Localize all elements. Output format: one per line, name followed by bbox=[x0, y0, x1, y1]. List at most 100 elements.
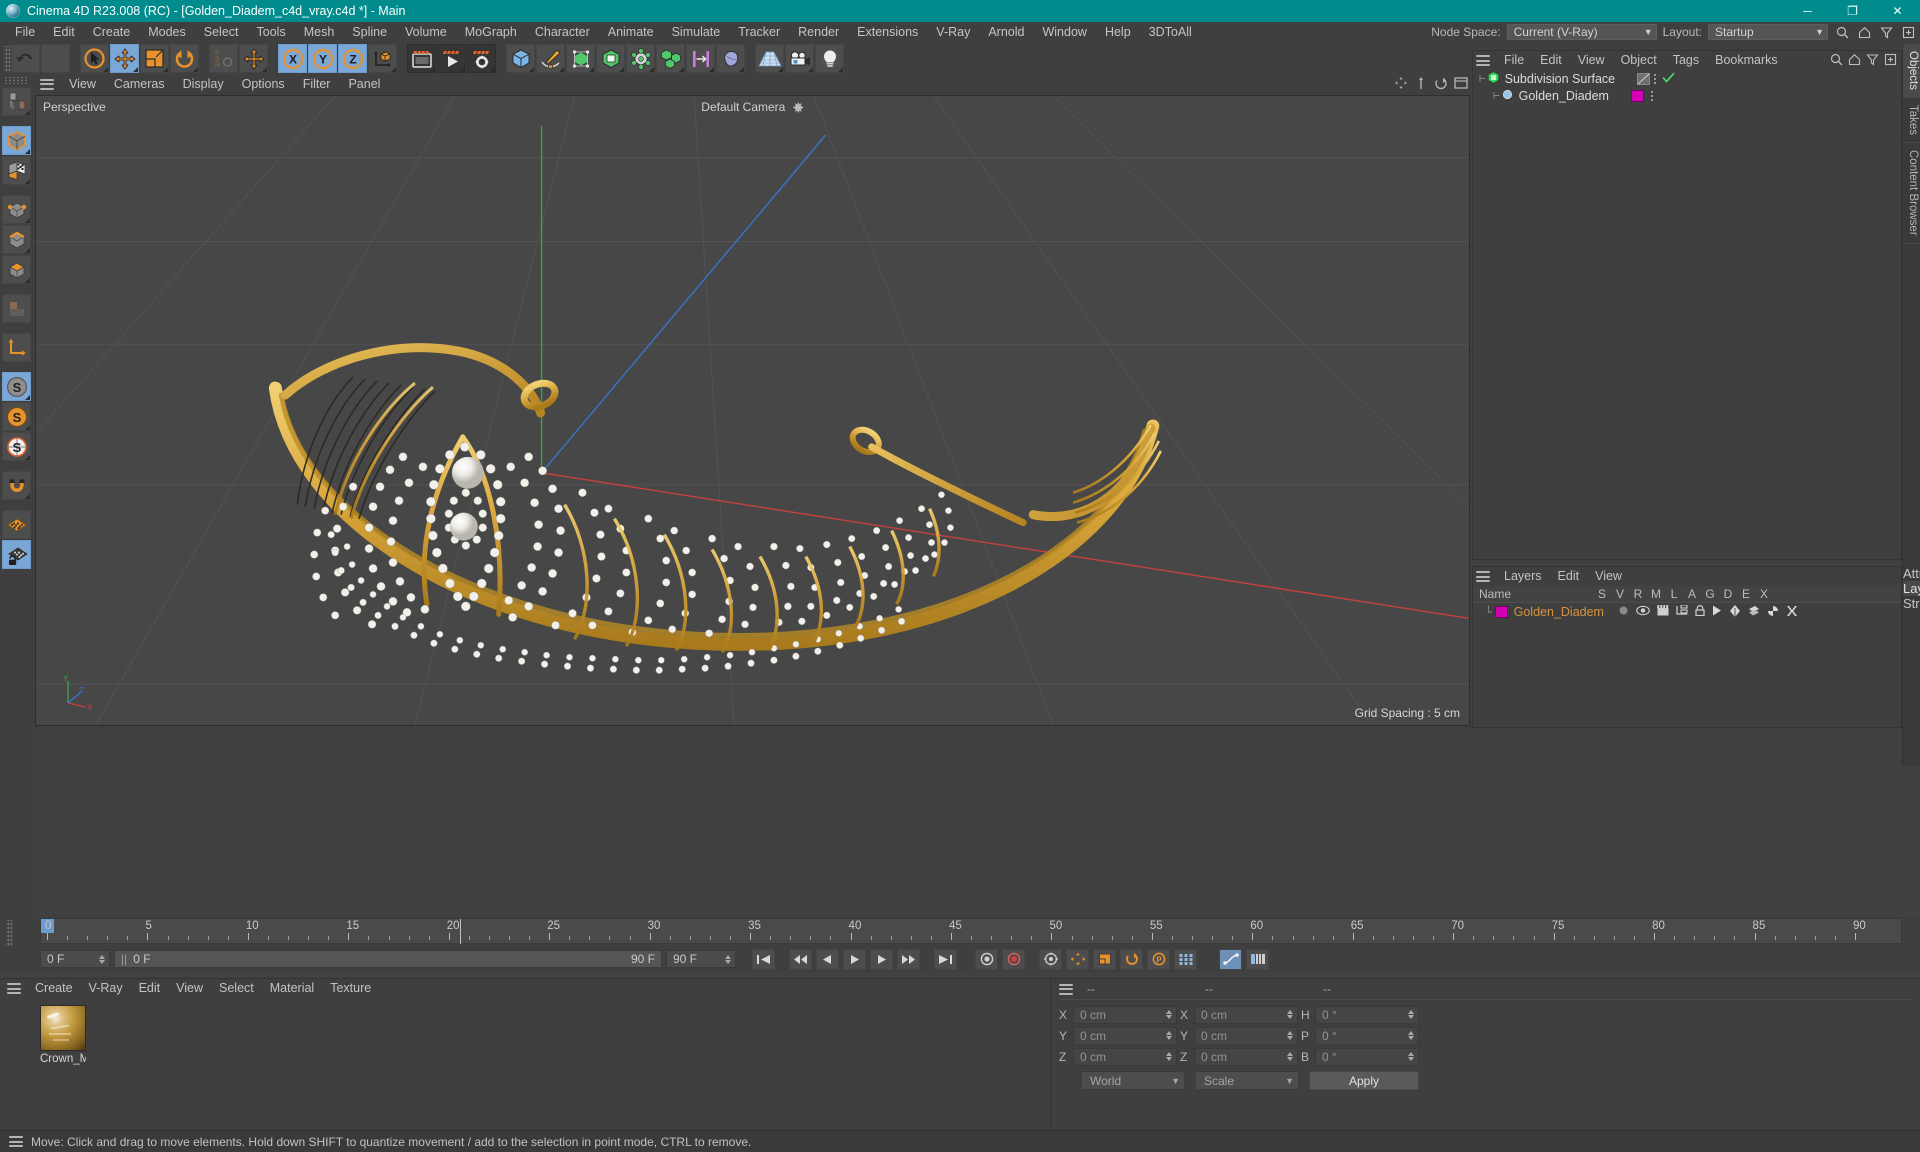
rotation-b-field[interactable]: 0 ° bbox=[1315, 1047, 1419, 1066]
live-selection-tool[interactable] bbox=[80, 44, 109, 73]
world-object-coordinate-button[interactable] bbox=[368, 44, 397, 73]
record-active-objects-button[interactable] bbox=[975, 948, 998, 970]
layers-col-l[interactable]: L bbox=[1665, 587, 1683, 601]
node-space-select[interactable]: Current (V-Ray) ▼ bbox=[1506, 24, 1657, 40]
param-key-button[interactable]: P bbox=[1147, 948, 1170, 970]
position-z-field[interactable]: 0 cm bbox=[1073, 1047, 1177, 1066]
layers-menu-layers[interactable]: Layers bbox=[1496, 567, 1550, 586]
manager-toggle-icon[interactable] bbox=[1676, 604, 1688, 619]
polygon-mode-button[interactable] bbox=[2, 255, 31, 284]
search-icon[interactable] bbox=[1834, 24, 1850, 40]
layers-col-g[interactable]: G bbox=[1701, 587, 1719, 601]
menu-item-tracker[interactable]: Tracker bbox=[729, 22, 789, 42]
left-toolbar-grip[interactable] bbox=[3, 77, 29, 84]
lock-y-axis-button[interactable]: Y bbox=[308, 44, 337, 73]
go-to-previous-key-button[interactable] bbox=[789, 948, 812, 970]
layer-color-swatch[interactable] bbox=[1630, 89, 1644, 102]
render-settings-button[interactable] bbox=[467, 44, 496, 73]
rotation-p-field[interactable]: 0 ° bbox=[1315, 1026, 1419, 1045]
stepper-icon[interactable] bbox=[1406, 1031, 1416, 1040]
stepper-icon[interactable] bbox=[97, 954, 107, 964]
add-mograph-button[interactable] bbox=[656, 44, 685, 73]
add-light-button[interactable] bbox=[815, 44, 844, 73]
menu-item-create[interactable]: Create bbox=[84, 22, 140, 42]
home-icon[interactable] bbox=[1856, 24, 1872, 40]
material-menu-material[interactable]: Material bbox=[262, 979, 322, 998]
add-subdivision-surface-button[interactable] bbox=[596, 44, 625, 73]
magnet-tool-button[interactable] bbox=[2, 471, 31, 500]
expression-toggle-icon[interactable] bbox=[1767, 605, 1779, 620]
stepper-icon[interactable] bbox=[1164, 1010, 1174, 1019]
axis-modify-button[interactable] bbox=[2, 333, 31, 362]
menu-item-help[interactable]: Help bbox=[1096, 22, 1140, 42]
menu-item-render[interactable]: Render bbox=[789, 22, 848, 42]
pla-key-button[interactable] bbox=[1174, 948, 1197, 970]
end-frame-field[interactable]: 90 F bbox=[666, 950, 736, 968]
dope-sheet-button[interactable] bbox=[1219, 948, 1242, 970]
material-menu-texture[interactable]: Texture bbox=[322, 979, 379, 998]
timeline-settings-button[interactable] bbox=[1246, 948, 1269, 970]
stepper-icon[interactable] bbox=[723, 954, 733, 964]
object-menu-file[interactable]: File bbox=[1496, 51, 1532, 70]
lock-z-axis-button[interactable]: Z bbox=[338, 44, 367, 73]
material-tile[interactable]: Crown_M bbox=[40, 1005, 86, 1065]
viewport-menu-icon[interactable] bbox=[40, 78, 54, 90]
position-y-field[interactable]: 0 cm bbox=[1073, 1026, 1177, 1045]
dock-tab-structure[interactable]: Structure bbox=[1903, 596, 1920, 611]
add-array-button[interactable] bbox=[626, 44, 655, 73]
add-deformer-button[interactable] bbox=[686, 44, 715, 73]
layers-col-a[interactable]: A bbox=[1683, 587, 1701, 601]
keyframe-selection-button[interactable] bbox=[1039, 948, 1062, 970]
current-frame-field[interactable]: 0 F bbox=[40, 950, 110, 968]
texture-mode-button[interactable] bbox=[2, 156, 31, 185]
step-forward-button[interactable] bbox=[870, 948, 893, 970]
menu-item-simulate[interactable]: Simulate bbox=[663, 22, 730, 42]
toolbar-grip[interactable] bbox=[4, 45, 11, 72]
layout-select[interactable]: Startup ▼ bbox=[1708, 24, 1828, 40]
menu-item-select[interactable]: Select bbox=[195, 22, 248, 42]
go-to-next-key-button[interactable] bbox=[897, 948, 920, 970]
lock-workplane-button[interactable] bbox=[2, 540, 31, 569]
add-icon[interactable] bbox=[1900, 24, 1916, 40]
visible-toggle-icon[interactable] bbox=[1636, 605, 1650, 619]
go-to-start-button[interactable] bbox=[752, 948, 775, 970]
viewport-menu-filter[interactable]: Filter bbox=[294, 75, 340, 93]
viewport-menu-cameras[interactable]: Cameras bbox=[105, 75, 174, 93]
search-icon[interactable] bbox=[1830, 53, 1843, 69]
zoom-view-icon[interactable] bbox=[1414, 76, 1428, 93]
timeline-grip[interactable] bbox=[6, 920, 13, 946]
scale-tool[interactable] bbox=[140, 44, 169, 73]
tree-expand-toggle[interactable]: ⊢ bbox=[1493, 89, 1500, 102]
add-floor-button[interactable] bbox=[755, 44, 784, 73]
object-menu-bookmarks[interactable]: Bookmarks bbox=[1707, 51, 1786, 70]
stepper-icon[interactable] bbox=[1285, 1052, 1295, 1061]
menu-item-file[interactable]: File bbox=[6, 22, 44, 42]
undo-button[interactable] bbox=[11, 44, 40, 73]
menu-item-tools[interactable]: Tools bbox=[248, 22, 295, 42]
menu-item-edit[interactable]: Edit bbox=[44, 22, 84, 42]
render-to-picture-viewer-button[interactable] bbox=[437, 44, 466, 73]
menu-item-vray[interactable]: V-Ray bbox=[927, 22, 979, 42]
dock-tab-layers[interactable]: Layers bbox=[1903, 581, 1920, 596]
quantize-button[interactable]: S bbox=[2, 432, 31, 461]
coordinate-mode-select[interactable]: Scale ▼ bbox=[1195, 1071, 1299, 1090]
menu-item-spline[interactable]: Spline bbox=[343, 22, 396, 42]
pan-view-icon[interactable] bbox=[1394, 76, 1408, 93]
xpresso-toggle-icon[interactable] bbox=[1786, 605, 1798, 620]
psr-toggle[interactable]: PSR bbox=[209, 44, 238, 73]
point-mode-button[interactable] bbox=[2, 195, 31, 224]
status-menu-icon[interactable] bbox=[9, 1136, 23, 1147]
edge-mode-button[interactable] bbox=[2, 225, 31, 254]
viewport-menu-panel[interactable]: Panel bbox=[339, 75, 389, 93]
dock-tab-objects[interactable]: Objects bbox=[1903, 44, 1920, 98]
close-button[interactable]: ✕ bbox=[1875, 0, 1920, 22]
rotate-tool[interactable] bbox=[170, 44, 199, 73]
stepper-icon[interactable] bbox=[1285, 1010, 1295, 1019]
material-menu-create[interactable]: Create bbox=[27, 979, 81, 998]
layer-row[interactable]: └ Golden_Diadem bbox=[1473, 603, 1901, 621]
object-row-subdivision-surface[interactable]: ⊢ Subdivision Surface bbox=[1473, 70, 1901, 87]
preview-range-field[interactable]: || 0 F 90 F bbox=[114, 950, 662, 968]
menu-item-mograph[interactable]: MoGraph bbox=[456, 22, 526, 42]
minimize-button[interactable]: ─ bbox=[1785, 0, 1830, 22]
maximize-button[interactable]: ❐ bbox=[1830, 0, 1875, 22]
